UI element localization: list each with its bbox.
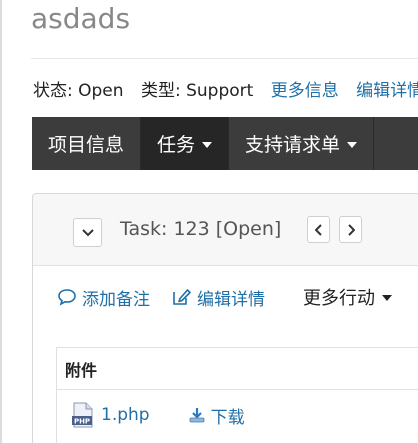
add-note-button[interactable]: 添加备注: [57, 285, 150, 310]
nav-item-label: 支持请求单: [245, 134, 341, 156]
chevron-left-icon: [314, 223, 322, 236]
meta-row: 状态: Open 类型: Support 更多信息 编辑详情: [33, 76, 418, 101]
next-task-button[interactable]: [339, 216, 362, 243]
attachments-table: 附件 PHP 1.php 下载: [56, 347, 418, 443]
previous-task-button[interactable]: [307, 216, 330, 243]
task-actions: 添加备注 编辑详情 更多行动: [57, 284, 392, 310]
nav-item-project-info[interactable]: 项目信息: [32, 117, 142, 170]
attachment-row: PHP 1.php 下载: [71, 402, 245, 428]
edit-details-button[interactable]: 编辑详情: [172, 285, 265, 310]
collapse-button[interactable]: [73, 218, 102, 247]
page-title: asdads: [31, 2, 131, 35]
edit-details-link[interactable]: 编辑详情: [356, 81, 418, 101]
php-file-icon: PHP: [72, 402, 93, 428]
more-actions-dropdown[interactable]: 更多行动: [303, 284, 392, 310]
attachment-filename-link[interactable]: 1.php: [101, 405, 150, 425]
nav-item-tasks[interactable]: 任务: [141, 117, 230, 170]
nav-item-label: 项目信息: [48, 134, 125, 156]
status-label: 状态: Open: [33, 81, 124, 101]
task-panel: Task: 123 [Open] 添加备注 编辑详情 更多行动 附件 PHP 1…: [32, 193, 418, 443]
caret-down-icon: [347, 141, 358, 148]
download-link[interactable]: 下载: [211, 403, 245, 428]
more-actions-label: 更多行动: [303, 288, 375, 309]
chevron-down-icon: [81, 228, 94, 236]
download-icon: [189, 408, 204, 423]
edit-icon: [173, 289, 191, 305]
caret-down-icon: [382, 295, 392, 301]
task-title: Task: 123 [Open]: [120, 218, 282, 240]
more-info-link[interactable]: 更多信息: [271, 81, 339, 101]
title-divider: [31, 58, 418, 59]
nav-item-label: 任务: [157, 134, 196, 156]
comment-icon: [58, 289, 76, 306]
svg-text:PHP: PHP: [74, 418, 90, 426]
attachments-header: 附件: [57, 348, 418, 390]
chevron-right-icon: [347, 223, 355, 236]
edit-details-label: 编辑详情: [197, 289, 265, 310]
nav-item-support-tickets[interactable]: 支持请求单: [229, 117, 375, 170]
project-navbar: 项目信息 任务 支持请求单: [32, 117, 418, 170]
left-border: [0, 0, 2, 443]
add-note-label: 添加备注: [82, 289, 150, 310]
caret-down-icon: [202, 141, 213, 148]
type-label: 类型: Support: [140, 81, 254, 101]
